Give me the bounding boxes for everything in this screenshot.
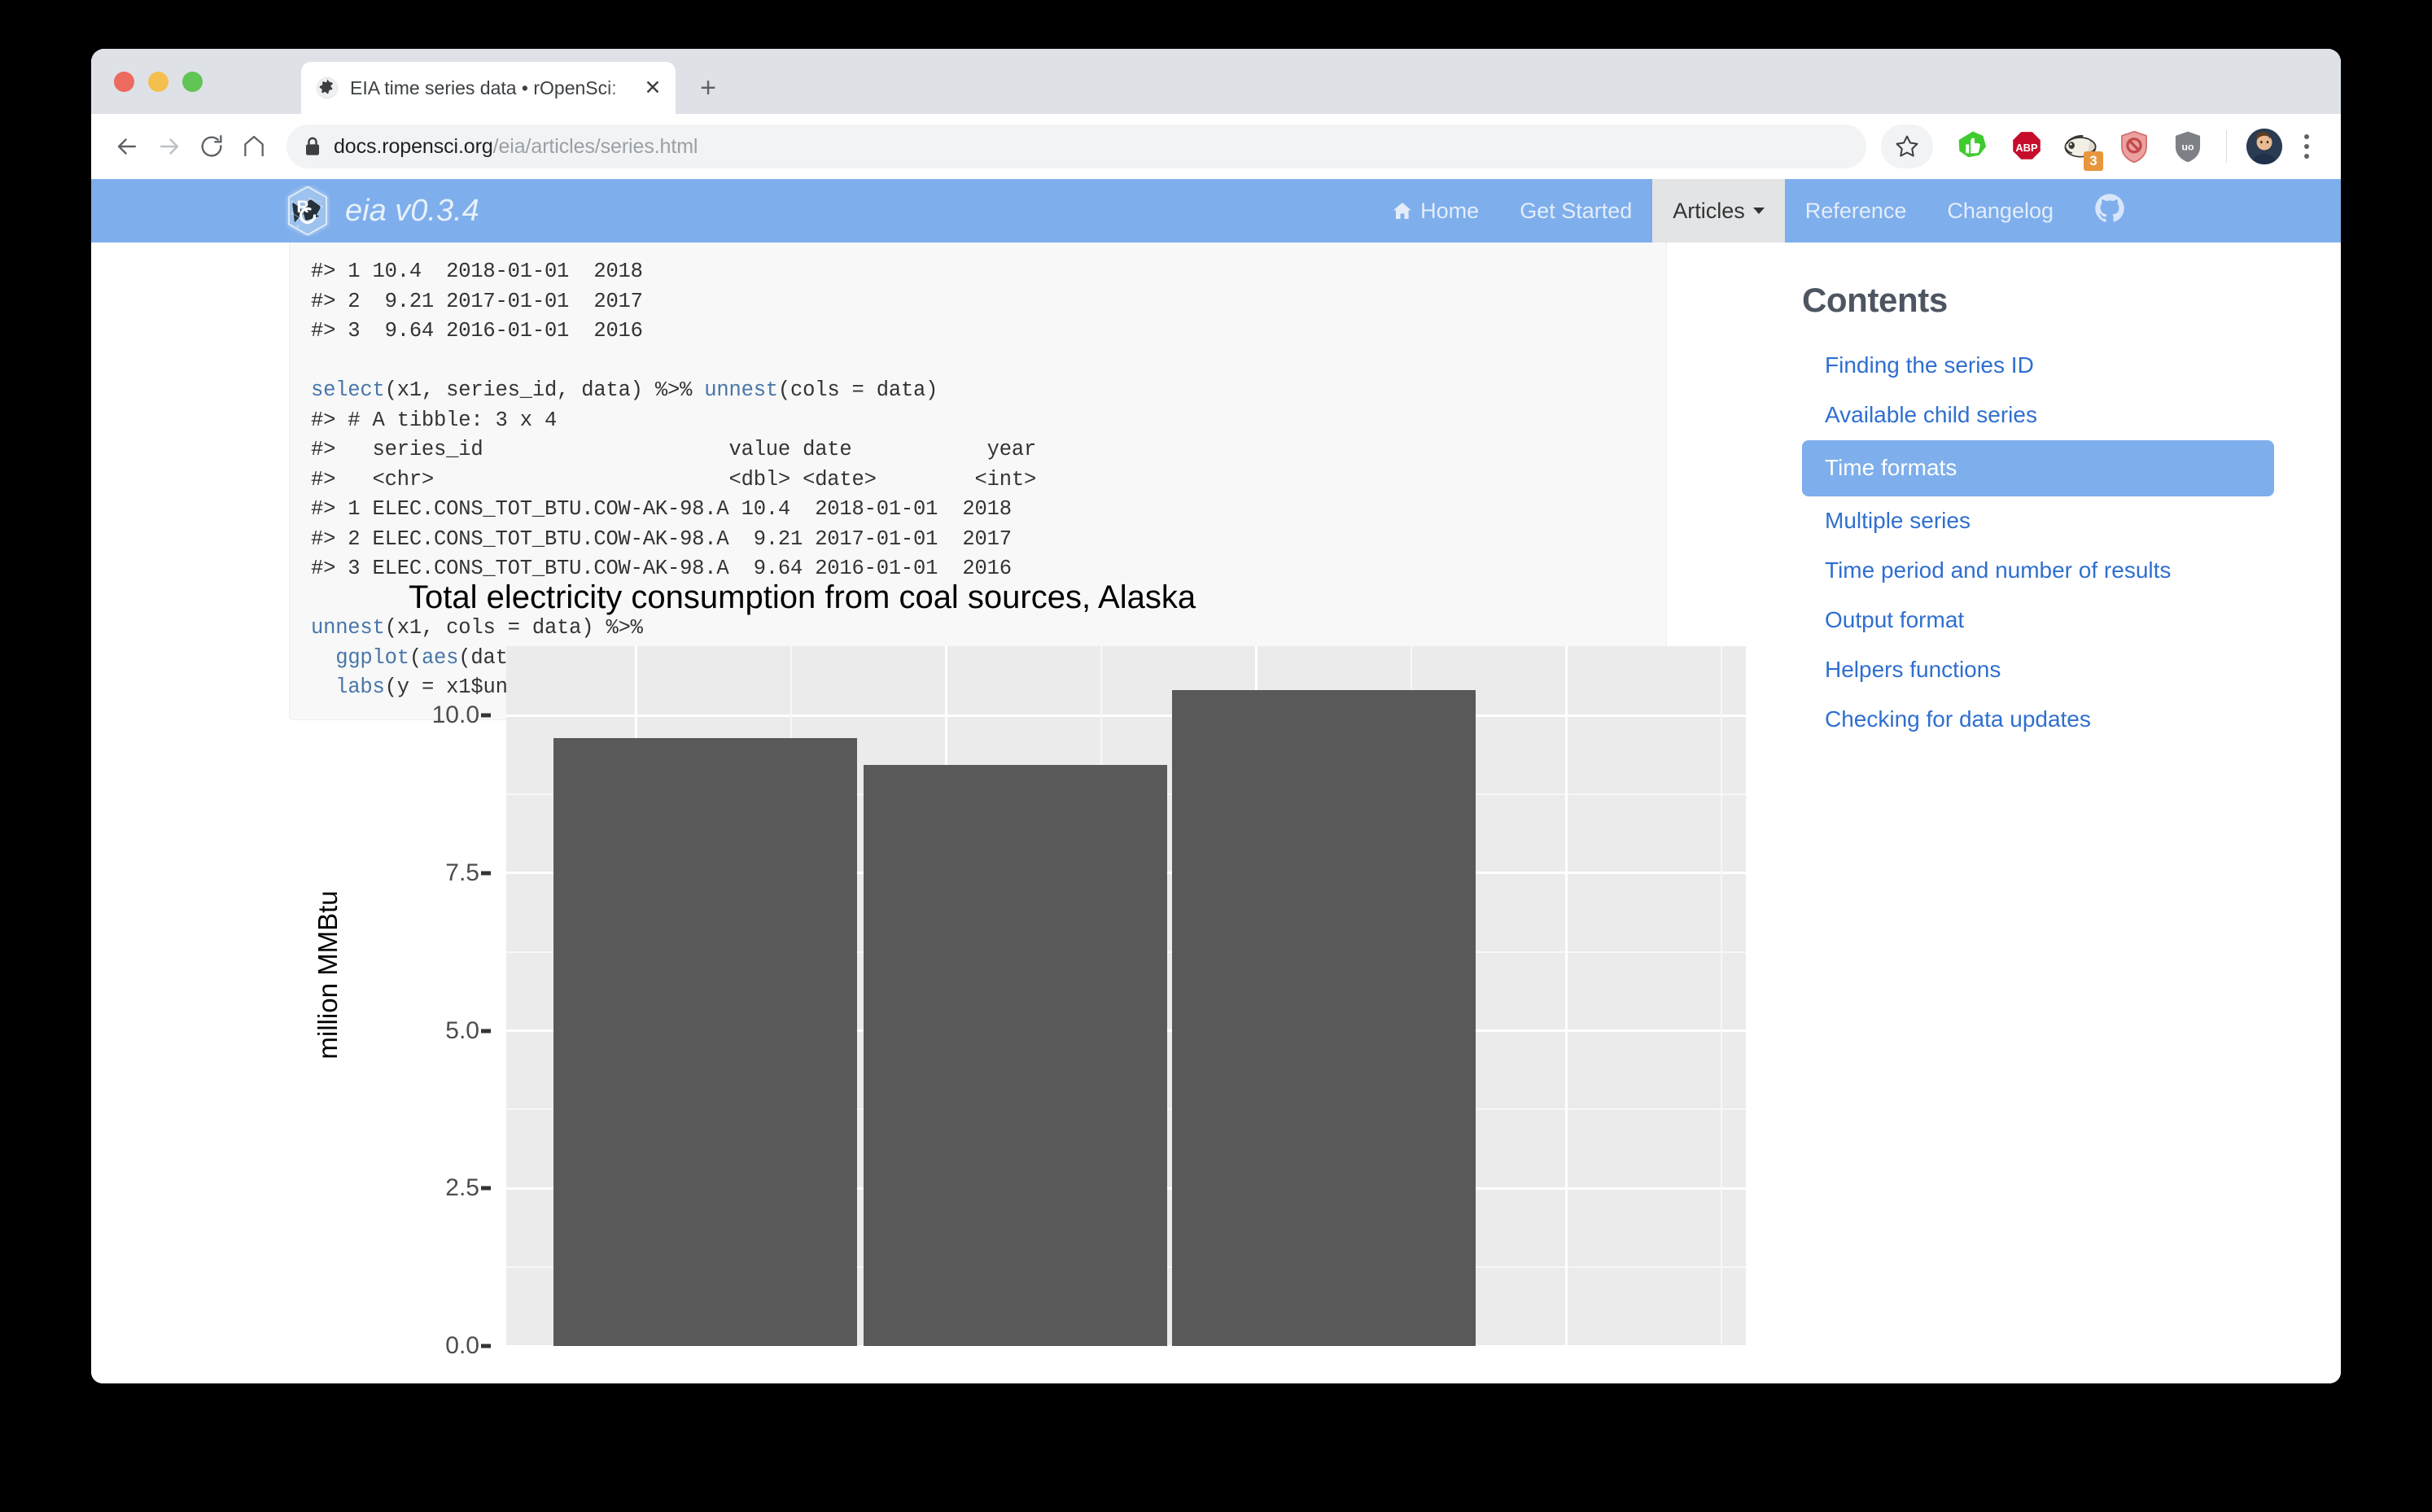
toc-item-available-child-series[interactable]: Available child series [1802, 391, 2274, 440]
globe-favicon-icon [316, 76, 339, 99]
ggplot-figure: Total electricity consumption from coal … [289, 568, 1746, 1382]
menu-dot [2304, 134, 2309, 139]
svg-text:R: R [296, 198, 308, 216]
contents-heading: Contents [1802, 281, 2274, 320]
browser-menu-icon[interactable] [2290, 125, 2323, 168]
svg-text:ABP: ABP [2015, 142, 2038, 154]
browser-toolbar: docs.ropensci.org/eia/articles/series.ht… [91, 114, 2341, 179]
bookmark-star-icon[interactable] [1881, 125, 1933, 168]
toolbar-actions: ABP 3 [1881, 125, 2323, 168]
adblock-plus-extension-icon[interactable]: ABP [2006, 125, 2048, 168]
tab-strip: EIA time series data • rOpenSci: ✕ + [91, 49, 2341, 114]
chart-y-tick-mark [481, 1344, 491, 1348]
back-button[interactable] [106, 125, 148, 168]
menu-dot [2304, 154, 2309, 159]
chart-vgridline-minor [1721, 646, 1722, 1346]
toc-item-time-formats[interactable]: Time formats [1802, 440, 2274, 496]
chart-title: Total electricity consumption from coal … [409, 579, 1196, 616]
chart-y-tick-mark [481, 714, 491, 718]
url-path: /eia/articles/series.html [493, 135, 698, 158]
chart-bar [864, 765, 1167, 1346]
chart-gridline-major [506, 714, 1746, 717]
nav-item-label: Get Started [1520, 199, 1632, 224]
chart-y-tick-label: 0.0 [235, 1332, 479, 1360]
url-text: docs.ropensci.org/eia/articles/series.ht… [334, 135, 698, 159]
menu-dot [2304, 144, 2309, 149]
nav-item-label: Reference [1805, 199, 1907, 224]
nav-item-home[interactable]: Home [1371, 179, 1499, 243]
nav-item-label: Home [1420, 199, 1479, 224]
nav-item-changelog[interactable]: Changelog [1927, 179, 2074, 243]
ublock-origin-extension-icon[interactable]: uo [2167, 125, 2209, 168]
ropensci-hex-logo-icon: R [285, 186, 330, 236]
block-shield-extension-icon[interactable] [2113, 125, 2155, 168]
nav-item-articles[interactable]: Articles [1652, 179, 1785, 243]
nav-item-label: Changelog [1947, 199, 2054, 224]
chart-y-tick-mark [481, 871, 491, 875]
toc-item-finding-the-series-id[interactable]: Finding the series ID [1802, 341, 2274, 391]
tab-title: EIA time series data • rOpenSci: [350, 77, 641, 99]
chart-bar [1172, 690, 1476, 1346]
close-window-button[interactable] [114, 72, 134, 92]
toc-item-helpers-functions[interactable]: Helpers functions [1802, 645, 2274, 695]
chart-y-tick-label: 7.5 [235, 859, 479, 887]
window-traffic-lights [114, 72, 203, 92]
brand-title: eia v0.3.4 [345, 194, 479, 229]
navbar-brand[interactable]: R eia v0.3.4 [285, 186, 479, 236]
nav-item-label: Articles [1673, 199, 1745, 224]
extension-badge-count: 3 [2084, 151, 2103, 171]
toc-list: Finding the series IDAvailable child ser… [1802, 341, 2274, 745]
address-bar[interactable]: docs.ropensci.org/eia/articles/series.ht… [287, 125, 1866, 168]
navbar-menu: Home Get Started Articles Reference Chan… [1371, 179, 2145, 243]
chart-plot-panel [506, 646, 1746, 1346]
chart-vgridline-major [1565, 646, 1568, 1346]
nav-item-get-started[interactable]: Get Started [1499, 179, 1652, 243]
browser-tab[interactable]: EIA time series data • rOpenSci: ✕ [301, 62, 676, 114]
privacy-badger-extension-icon[interactable]: 3 [2059, 125, 2102, 168]
chart-bar [553, 738, 857, 1346]
site-navbar: R eia v0.3.4 Home G [91, 179, 2341, 243]
chart-y-tick-label: 5.0 [235, 1017, 479, 1045]
maximize-window-button[interactable] [182, 72, 203, 92]
profile-avatar[interactable] [2246, 129, 2282, 164]
nav-item-reference[interactable]: Reference [1785, 179, 1927, 243]
github-link[interactable] [2074, 179, 2145, 243]
home-icon [1392, 200, 1413, 221]
url-host: docs.ropensci.org [334, 135, 493, 158]
chevron-down-icon [1753, 208, 1765, 214]
lock-icon [304, 137, 321, 156]
thumbs-up-extension-icon[interactable] [1952, 125, 1994, 168]
page-viewport: R eia v0.3.4 Home G [91, 179, 2341, 1383]
chart-y-tick-mark [481, 1186, 491, 1191]
minimize-window-button[interactable] [148, 72, 168, 92]
svg-text:uo: uo [2182, 142, 2194, 153]
new-tab-button[interactable]: + [693, 73, 723, 103]
github-icon [2094, 193, 2125, 229]
chart-y-tick-label: 10.0 [235, 701, 479, 729]
browser-window: EIA time series data • rOpenSci: ✕ + [91, 49, 2341, 1383]
home-button[interactable] [233, 125, 275, 168]
toc-item-time-period-and-number-of-results[interactable]: Time period and number of results [1802, 546, 2274, 596]
toc-item-checking-for-data-updates[interactable]: Checking for data updates [1802, 695, 2274, 745]
reload-button[interactable] [190, 125, 233, 168]
close-tab-icon[interactable]: ✕ [641, 76, 664, 99]
toolbar-divider [2226, 130, 2227, 163]
forward-button[interactable] [148, 125, 190, 168]
toc-item-output-format[interactable]: Output format [1802, 596, 2274, 645]
content-row: #> 1 10.4 2018-01-01 2018 #> 2 9.21 2017… [91, 243, 2341, 1383]
contents-sidebar: Contents Finding the series IDAvailable … [1802, 281, 2274, 745]
chart-y-tick-mark [481, 1029, 491, 1033]
toc-item-multiple-series[interactable]: Multiple series [1802, 496, 2274, 546]
chart-y-tick-label: 2.5 [235, 1174, 479, 1202]
